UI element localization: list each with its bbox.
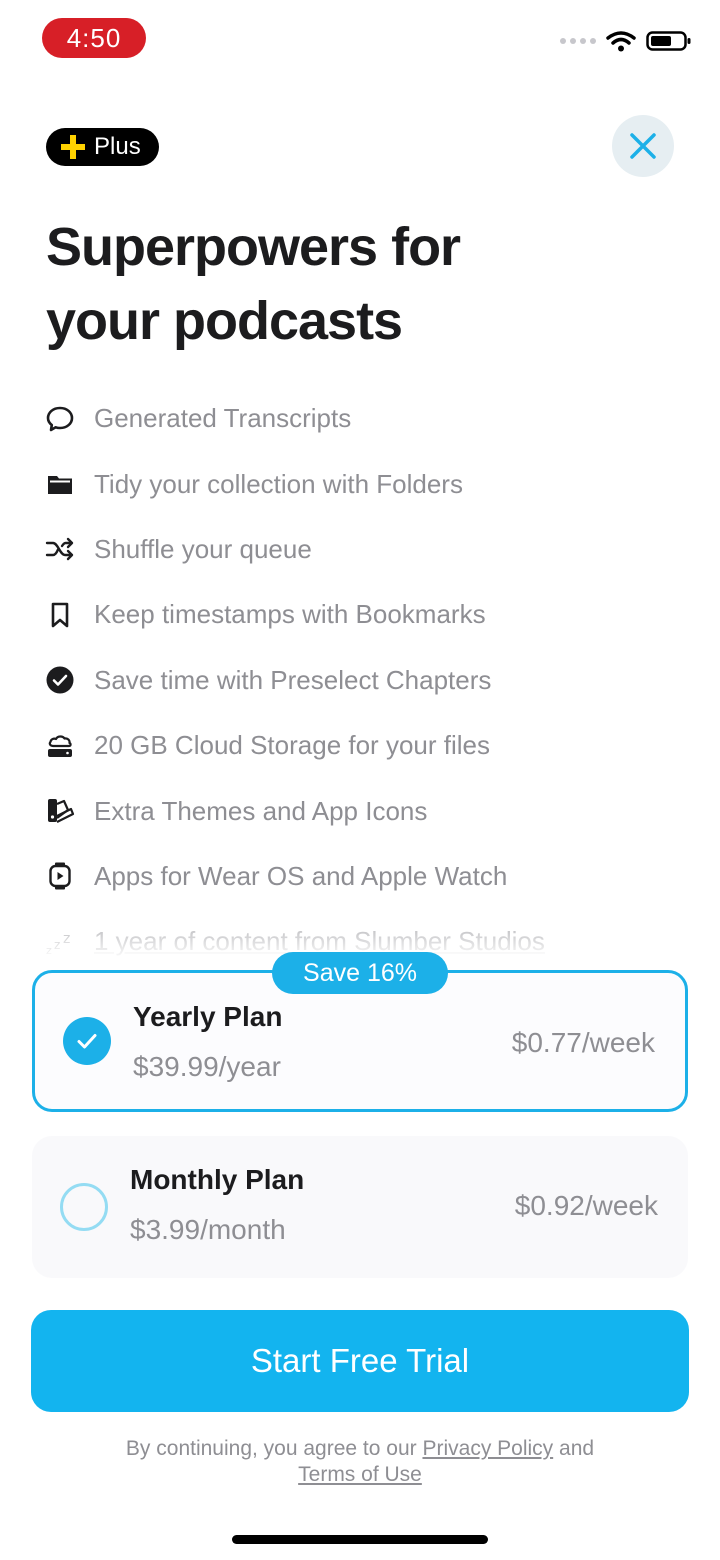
plan-weekly-price: $0.92/week xyxy=(514,1190,658,1221)
bookmark-icon xyxy=(44,599,76,631)
feature-item-preselect-chapters: Save time with Preselect Chapters xyxy=(44,648,684,713)
feature-item-watch: Apps for Wear OS and Apple Watch xyxy=(44,844,684,909)
checkmark-icon xyxy=(77,1034,97,1049)
feature-label: 20 GB Cloud Storage for your files xyxy=(94,730,490,761)
plus-badge-label: Plus xyxy=(94,133,141,160)
feature-list: Generated Transcripts Tidy your collecti… xyxy=(44,386,684,975)
page-title: Superpowers for your podcasts xyxy=(46,210,646,358)
terms-of-use-link[interactable]: Terms of Use xyxy=(298,1463,422,1486)
feature-label: Shuffle your queue xyxy=(94,533,312,564)
palette-icon xyxy=(44,795,76,827)
close-button[interactable] xyxy=(612,115,674,177)
shuffle-icon xyxy=(44,533,76,565)
plan-price: $39.99/year xyxy=(133,1051,281,1082)
status-indicators xyxy=(560,30,692,52)
plan-name: Monthly Plan xyxy=(130,1164,305,1195)
yearly-radio-selected[interactable] xyxy=(63,1017,111,1065)
feature-item-bookmarks: Keep timestamps with Bookmarks xyxy=(44,582,684,647)
svg-text:z: z xyxy=(46,944,52,957)
plan-name: Yearly Plan xyxy=(133,1001,283,1032)
plan-weekly-price: $0.77/week xyxy=(511,1027,655,1058)
feature-item-transcripts: Generated Transcripts xyxy=(44,386,684,451)
svg-text:z: z xyxy=(54,938,60,952)
feature-label: Tidy your collection with Folders xyxy=(94,468,463,499)
monthly-radio-unselected[interactable] xyxy=(60,1183,108,1231)
feature-label: Generated Transcripts xyxy=(94,403,352,434)
feature-item-cloud-storage: 20 GB Cloud Storage for your files xyxy=(44,713,684,778)
feature-label: Save time with Preselect Chapters xyxy=(94,664,492,695)
paywall-screen: 4:50 Plus Superpowers for your podcasts xyxy=(0,0,720,1560)
legal-prefix: By continuing, you agree to our xyxy=(125,1437,417,1460)
save-badge: Save 16% xyxy=(272,952,448,994)
feature-label: Extra Themes and App Icons xyxy=(94,795,428,826)
title-line-2: your podcasts xyxy=(46,291,403,351)
svg-text:z: z xyxy=(63,931,70,947)
sleep-zzz-icon: zzz xyxy=(44,926,76,958)
status-time: 4:50 xyxy=(42,18,146,58)
close-icon xyxy=(630,133,656,159)
home-indicator[interactable] xyxy=(232,1535,488,1544)
legal-and: and xyxy=(559,1437,595,1460)
legal-text: By continuing, you agree to our Privacy … xyxy=(60,1436,660,1488)
battery-icon xyxy=(646,31,691,51)
feature-label: Keep timestamps with Bookmarks xyxy=(94,599,486,630)
cloud-storage-icon xyxy=(44,730,76,762)
feature-item-folders: Tidy your collection with Folders xyxy=(44,451,684,516)
privacy-policy-link[interactable]: Privacy Policy xyxy=(422,1437,553,1460)
feature-label: Apps for Wear OS and Apple Watch xyxy=(94,860,508,891)
feature-item-themes: Extra Themes and App Icons xyxy=(44,778,684,843)
plus-sparkle-icon xyxy=(61,135,85,159)
start-free-trial-button[interactable]: Start Free Trial xyxy=(31,1310,689,1412)
check-circle-icon xyxy=(44,664,76,696)
plan-price: $3.99/month xyxy=(130,1214,286,1245)
speech-bubble-icon xyxy=(44,403,76,435)
plan-option-monthly[interactable]: Monthly Plan $3.99/month $0.92/week xyxy=(32,1136,688,1278)
plus-badge: Plus xyxy=(46,128,159,166)
feature-item-shuffle: Shuffle your queue xyxy=(44,517,684,582)
folder-icon xyxy=(44,468,76,500)
title-line-1: Superpowers for xyxy=(46,217,461,277)
wifi-icon xyxy=(606,31,636,52)
cellular-signal-icon xyxy=(560,38,596,44)
watch-icon xyxy=(44,860,76,892)
